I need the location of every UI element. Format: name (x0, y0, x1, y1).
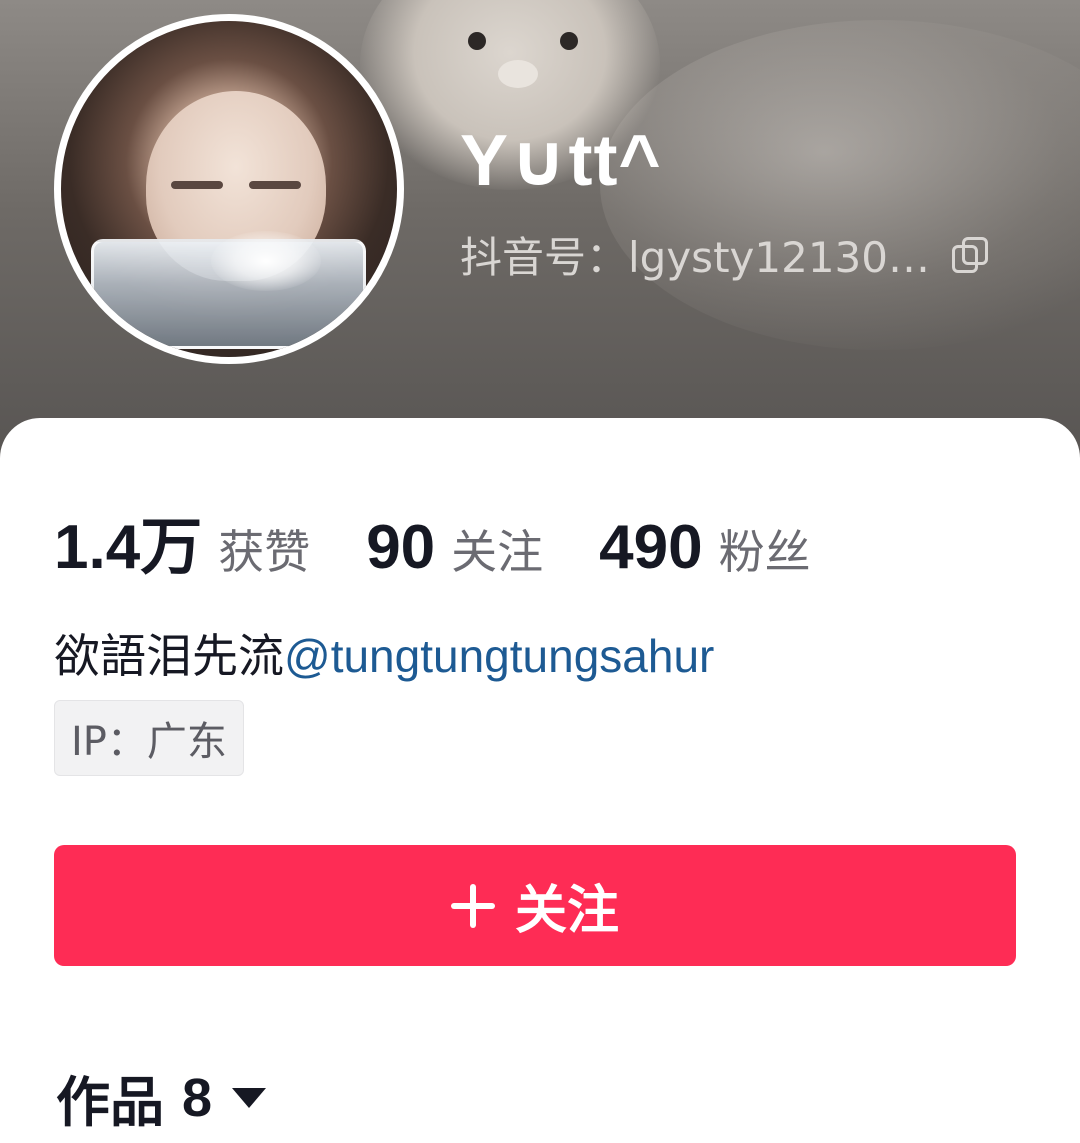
douyin-id-text: 抖音号：lgysty12130… (460, 233, 930, 282)
follow-button[interactable]: 关注 (54, 845, 1016, 966)
stat-following-value: 90 (366, 513, 436, 582)
profile-nickname: Y∪tt^ (460, 121, 662, 201)
avatar-eye (171, 181, 223, 189)
stat-likes[interactable]: 1.4万 获赞 (54, 496, 310, 586)
background-blanket (600, 20, 1080, 350)
avatar[interactable] (54, 14, 404, 364)
plush-eye (468, 32, 486, 50)
copy-icon[interactable] (952, 236, 988, 273)
follow-button-label: 关注 (514, 881, 619, 941)
works-tab-label: 作品 (56, 1071, 164, 1134)
stat-followers[interactable]: 490 粉丝 (599, 512, 810, 583)
avatar-eye (249, 181, 301, 189)
plush-eye (560, 32, 578, 50)
tab-works[interactable]: 作品 8 (56, 1058, 267, 1137)
bio-mention-link[interactable]: @tungtungtungsahur (284, 630, 714, 682)
profile-info-card: 1.4万 获赞 90 关注 490 粉丝 欲語泪先流@tungtungtungs… (0, 418, 1080, 1143)
plus-icon (450, 883, 495, 928)
profile-stats: 1.4万 获赞 90 关注 490 粉丝 (54, 496, 867, 586)
stat-followers-label: 粉丝 (718, 525, 811, 579)
caret-down-icon[interactable] (232, 1087, 267, 1108)
works-tab-count: 8 (182, 1067, 213, 1128)
bio-text: 欲語泪先流 (54, 629, 284, 683)
douyin-id-row: 抖音号：lgysty12130… (460, 224, 988, 285)
profile-bio: 欲語泪先流@tungtungtungsahur (54, 620, 714, 686)
stat-followers-value: 490 (599, 513, 703, 582)
stat-following[interactable]: 90 关注 (366, 512, 543, 583)
stat-likes-label: 获赞 (218, 525, 311, 579)
avatar-light-glow (211, 231, 321, 291)
stat-following-label: 关注 (451, 525, 544, 579)
stat-likes-value: 1.4万 (54, 513, 203, 582)
plush-nose (498, 60, 538, 88)
ip-location-tag: IP：广东 (54, 700, 244, 776)
